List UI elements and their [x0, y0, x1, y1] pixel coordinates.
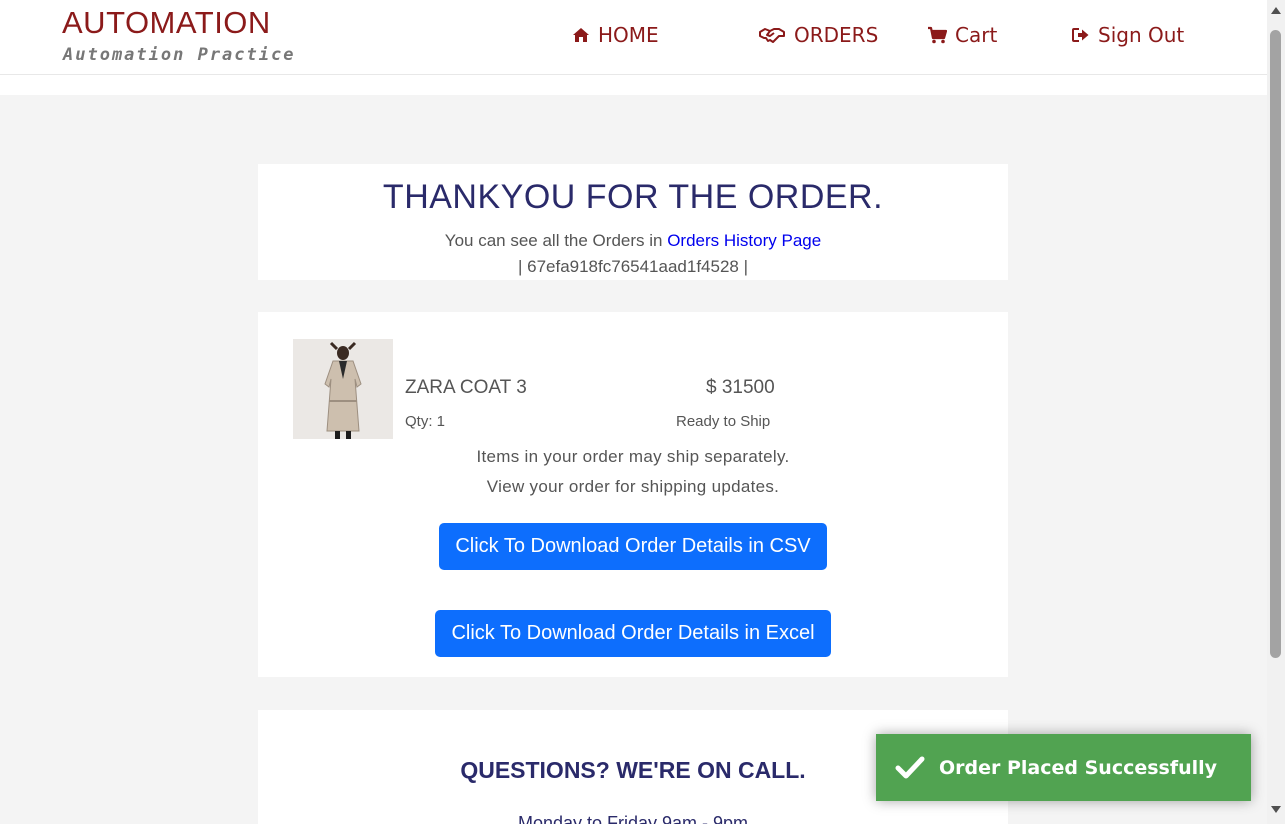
handshake-icon	[759, 28, 785, 43]
nav-orders[interactable]: ORDERS	[758, 22, 878, 48]
nav-cart[interactable]: Cart	[927, 22, 997, 48]
toast-notification[interactable]: Order Placed Successfully	[876, 734, 1251, 801]
scroll-thumb[interactable]	[1270, 30, 1281, 658]
orders-history-link[interactable]: Orders History Page	[667, 231, 821, 250]
nav-cart-label: Cart	[955, 23, 998, 47]
brand-subtitle: Automation Practice	[63, 45, 296, 65]
coat-product-image	[293, 339, 393, 439]
nav-sign-out-label: Sign Out	[1098, 23, 1185, 47]
order-details-card: ZARA COAT 3 $ 31500 Qty: 1 Ready to Ship…	[258, 312, 1008, 677]
download-csv-button[interactable]: Click To Download Order Details in CSV	[439, 523, 827, 570]
home-icon	[573, 28, 589, 42]
nav-home-label: HOME	[598, 23, 659, 47]
thank-you-card: THANKYOU FOR THE ORDER. You can see all …	[258, 164, 1008, 280]
shipping-note-2: View your order for shipping updates.	[486, 477, 780, 496]
brand-title[interactable]: AUTOMATION	[62, 5, 271, 41]
orders-history-text: You can see all the Orders in Orders His…	[258, 231, 1008, 251]
page-scrollbar[interactable]	[1267, 0, 1285, 824]
sign-out-icon	[1072, 28, 1089, 42]
cart-icon	[928, 26, 947, 44]
thank-you-heading: THANKYOU FOR THE ORDER.	[382, 178, 884, 216]
nav-sign-out[interactable]: Sign Out	[1071, 22, 1184, 48]
product-price: $ 31500	[706, 377, 775, 398]
support-hours: Monday to Friday 9am - 9pm	[517, 813, 749, 824]
toast-message: Order Placed Successfully	[939, 756, 1218, 779]
scroll-down-arrow[interactable]	[1271, 806, 1281, 813]
scroll-up-arrow[interactable]	[1271, 7, 1281, 14]
order-id: | 67efa918fc76541aad1f4528 |	[517, 257, 749, 276]
top-navbar: AUTOMATION Automation Practice HOME ORDE…	[0, 0, 1267, 75]
orders-history-prefix: You can see all the Orders in	[444, 231, 668, 250]
product-name: ZARA COAT 3	[405, 377, 527, 398]
product-status: Ready to Ship	[676, 413, 771, 430]
nav-home[interactable]: HOME	[572, 22, 659, 48]
download-excel-button[interactable]: Click To Download Order Details in Excel	[435, 610, 831, 657]
shipping-note-1: Items in your order may ship separately.	[476, 447, 790, 466]
product-image	[293, 339, 393, 439]
check-icon	[895, 756, 925, 778]
product-quantity: Qty: 1	[405, 413, 446, 430]
nav-orders-label: ORDERS	[794, 23, 879, 47]
